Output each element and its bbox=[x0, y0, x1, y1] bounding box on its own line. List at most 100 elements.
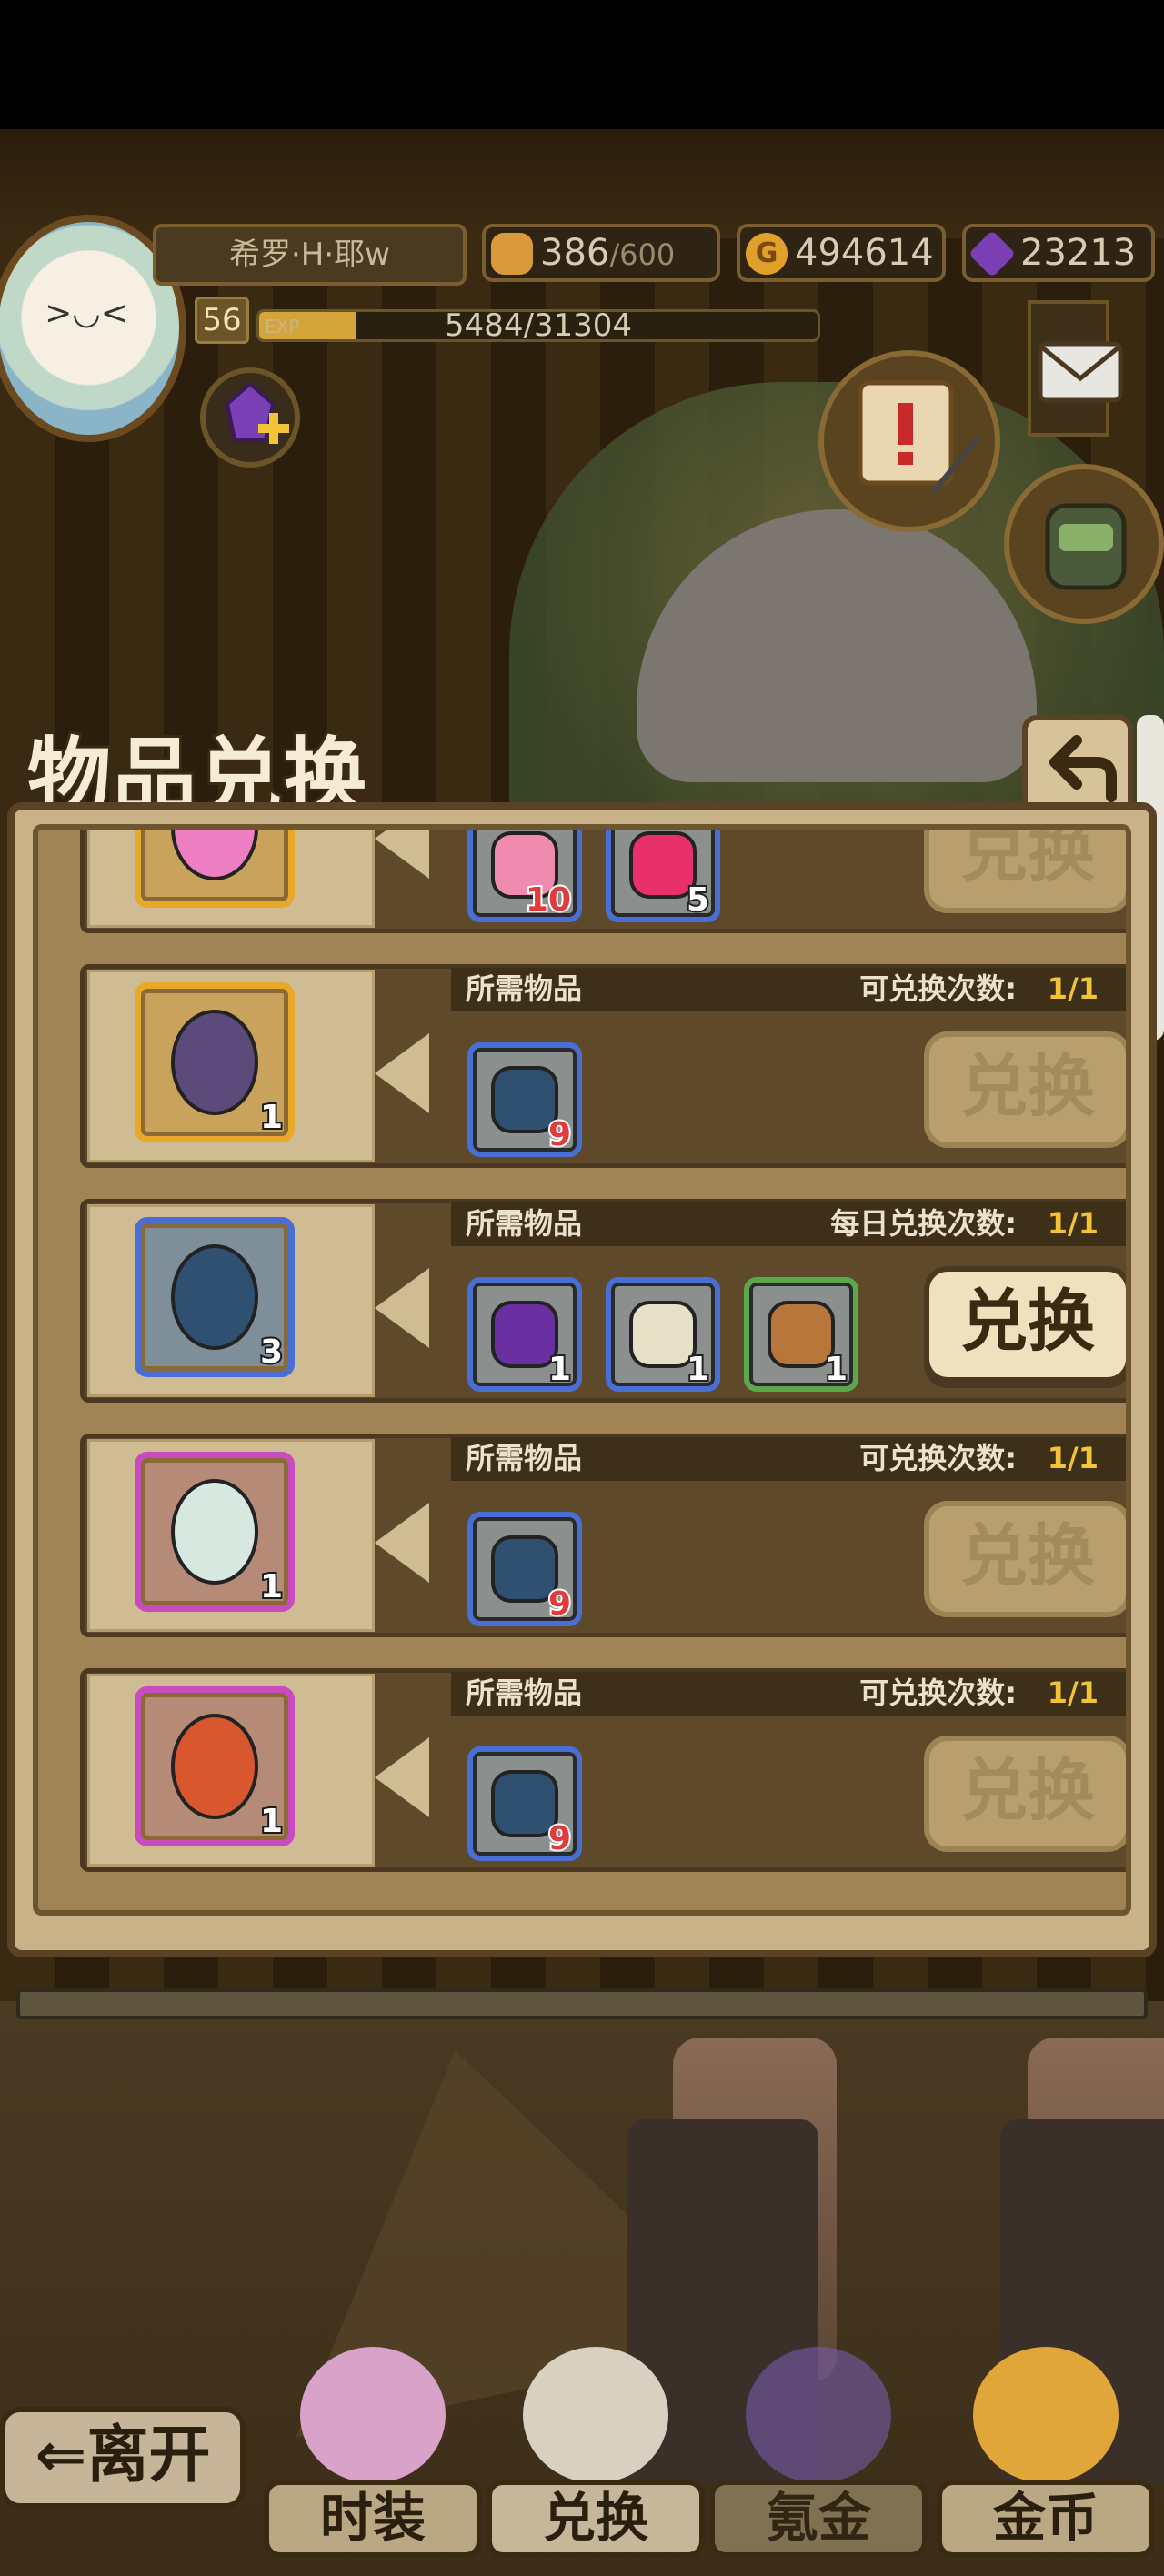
stamina-max: /600 bbox=[609, 237, 676, 272]
exchange-button[interactable]: 兑换 bbox=[924, 830, 1126, 913]
required-items-label: 所需物品 bbox=[466, 971, 583, 1006]
panel-bottom-rail bbox=[16, 1988, 1148, 2019]
stamina-value: 386 bbox=[540, 232, 610, 274]
reward-item-slot[interactable]: 1 bbox=[135, 1452, 295, 1612]
required-item-slot[interactable]: 10 bbox=[467, 830, 582, 922]
required-item-slot[interactable]: 1 bbox=[467, 1277, 582, 1392]
backpack-button[interactable] bbox=[1004, 464, 1164, 624]
exchange-button[interactable]: 兑换 bbox=[924, 1031, 1126, 1148]
required-item-slot[interactable]: 9 bbox=[467, 1512, 582, 1626]
quest-scroll-icon bbox=[858, 380, 981, 494]
nav-tab-label: 兑换 bbox=[487, 2480, 705, 2558]
nav-tab-label: 金币 bbox=[937, 2480, 1155, 2558]
exchange-count-value: 1/1 bbox=[1047, 1441, 1099, 1475]
reward-count: 1 bbox=[258, 1097, 285, 1138]
reward-item-slot[interactable] bbox=[135, 830, 295, 908]
required-item-count: 9 bbox=[547, 1114, 573, 1155]
required-item-slot[interactable]: 9 bbox=[467, 1746, 582, 1861]
exchange-count-label: 可兑换次数: bbox=[859, 971, 1017, 1006]
exchange-button[interactable]: 兑换 bbox=[924, 1266, 1126, 1383]
leave-label: 离开 bbox=[86, 2420, 211, 2491]
required-item-slot[interactable]: 9 bbox=[467, 1042, 582, 1157]
nav-tab[interactable]: 兑换 bbox=[487, 2329, 705, 2576]
nav-tab[interactable]: 金币 bbox=[937, 2329, 1155, 2576]
gem-display[interactable]: 23213 bbox=[962, 224, 1155, 282]
exchange-panel: 10 5 兑换 1 所需物品 可兑换次数: 1/1 9 兑换 3 所需物品 每日… bbox=[7, 802, 1157, 1957]
row-header: 所需物品 可兑换次数: 1/1 bbox=[451, 1437, 1126, 1481]
row-header: 所需物品 可兑换次数: 1/1 bbox=[451, 1672, 1126, 1716]
status-bar-area bbox=[0, 0, 1164, 129]
required-items-label: 所需物品 bbox=[466, 1206, 583, 1241]
bread-icon bbox=[491, 233, 533, 275]
dress-icon bbox=[300, 2347, 446, 2483]
row-header: 所需物品 可兑换次数: 1/1 bbox=[451, 968, 1126, 1011]
required-items-label: 所需物品 bbox=[466, 1441, 583, 1475]
gold-coin-bag-icon bbox=[973, 2347, 1119, 2483]
backpack-icon bbox=[1045, 503, 1127, 590]
exchange-bag-icon bbox=[523, 2347, 668, 2483]
row-arrow bbox=[375, 1033, 429, 1113]
nav-tab-label: 时装 bbox=[264, 2480, 482, 2558]
ceiling-decoration bbox=[0, 129, 1164, 238]
reward-count: 1 bbox=[258, 1566, 285, 1607]
exchange-count-value: 1/1 bbox=[1047, 1675, 1099, 1710]
left-arrow-icon: ⇐ bbox=[35, 2420, 87, 2491]
player-level: 56 bbox=[195, 297, 249, 344]
avatar-face-icon: >◡< bbox=[45, 295, 128, 332]
required-item-slot[interactable]: 5 bbox=[606, 830, 720, 922]
exp-bar: EXP 5484/31304 bbox=[256, 309, 820, 342]
reward-count: 3 bbox=[258, 1332, 285, 1373]
pink-bow-icon bbox=[171, 830, 258, 880]
exchange-count-value: 1/1 bbox=[1047, 971, 1099, 1006]
required-item-slot[interactable]: 1 bbox=[606, 1277, 720, 1392]
leave-button[interactable]: ⇐离开 bbox=[0, 2407, 246, 2509]
exchange-button[interactable]: 兑换 bbox=[924, 1736, 1126, 1852]
gem-plus-icon bbox=[225, 381, 289, 444]
required-item-count: 1 bbox=[823, 1349, 849, 1390]
exchange-list: 10 5 兑换 1 所需物品 可兑换次数: 1/1 9 兑换 3 所需物品 每日… bbox=[38, 830, 1126, 1894]
mail-button[interactable] bbox=[1035, 337, 1126, 409]
reward-item-slot[interactable]: 3 bbox=[135, 1217, 295, 1377]
envelope-icon bbox=[1038, 341, 1123, 403]
reward-item-slot[interactable]: 1 bbox=[135, 1686, 295, 1846]
required-item-count: 9 bbox=[547, 1584, 573, 1625]
exchange-row: 1 所需物品 可兑换次数: 1/1 9 兑换 bbox=[60, 1424, 1126, 1637]
reward-item-slot[interactable]: 1 bbox=[135, 982, 295, 1142]
gold-value: 494614 bbox=[795, 232, 934, 274]
player-name: 希罗·H·耶w bbox=[153, 224, 467, 286]
gold-display[interactable]: G 494614 bbox=[737, 224, 946, 282]
game-screen: >◡< 希罗·H·耶w 386/600 G 494614 23213 56 EX… bbox=[0, 0, 1164, 2576]
row-arrow bbox=[375, 830, 429, 879]
required-items-label: 所需物品 bbox=[466, 1675, 583, 1710]
exchange-button[interactable]: 兑换 bbox=[924, 1501, 1126, 1617]
required-item-count: 5 bbox=[685, 880, 711, 921]
required-item-count: 1 bbox=[685, 1349, 711, 1390]
purple-gem-icon bbox=[968, 229, 1017, 278]
gem-bag-icon bbox=[746, 2347, 891, 2483]
exchange-row: 3 所需物品 每日兑换次数: 1/1 1 1 1 兑换 bbox=[60, 1190, 1126, 1403]
row-arrow bbox=[375, 1268, 429, 1348]
nav-tab-label: 氪金 bbox=[709, 2480, 928, 2558]
exchange-count-label: 可兑换次数: bbox=[859, 1675, 1017, 1710]
required-item-count: 1 bbox=[547, 1349, 573, 1390]
exchange-list-viewport[interactable]: 10 5 兑换 1 所需物品 可兑换次数: 1/1 9 兑换 3 所需物品 每日… bbox=[33, 824, 1131, 1916]
row-header: 所需物品 每日兑换次数: 1/1 bbox=[451, 1202, 1126, 1246]
nav-tab[interactable]: 氪金 bbox=[709, 2329, 928, 2576]
exchange-count-value: 1/1 bbox=[1047, 1206, 1099, 1241]
exchange-count-label: 每日兑换次数: bbox=[830, 1206, 1017, 1241]
stamina-display[interactable]: 386/600 bbox=[482, 224, 720, 282]
buy-gems-button[interactable] bbox=[200, 367, 300, 468]
row-arrow bbox=[375, 1503, 429, 1583]
exchange-count-label: 可兑换次数: bbox=[859, 1441, 1017, 1475]
row-arrow bbox=[375, 1737, 429, 1817]
quest-button[interactable] bbox=[818, 350, 1000, 532]
exchange-row: 10 5 兑换 bbox=[60, 830, 1126, 933]
required-item-count: 10 bbox=[524, 880, 573, 921]
gold-coin-icon: G bbox=[746, 233, 788, 275]
gem-value: 23213 bbox=[1020, 232, 1137, 274]
exchange-row: 1 所需物品 可兑换次数: 1/1 9 兑换 bbox=[60, 1659, 1126, 1872]
exp-text: 5484/31304 bbox=[444, 309, 633, 342]
nav-tab[interactable]: 时装 bbox=[264, 2329, 482, 2576]
required-item-slot[interactable]: 1 bbox=[744, 1277, 858, 1392]
reward-count: 1 bbox=[258, 1801, 285, 1842]
